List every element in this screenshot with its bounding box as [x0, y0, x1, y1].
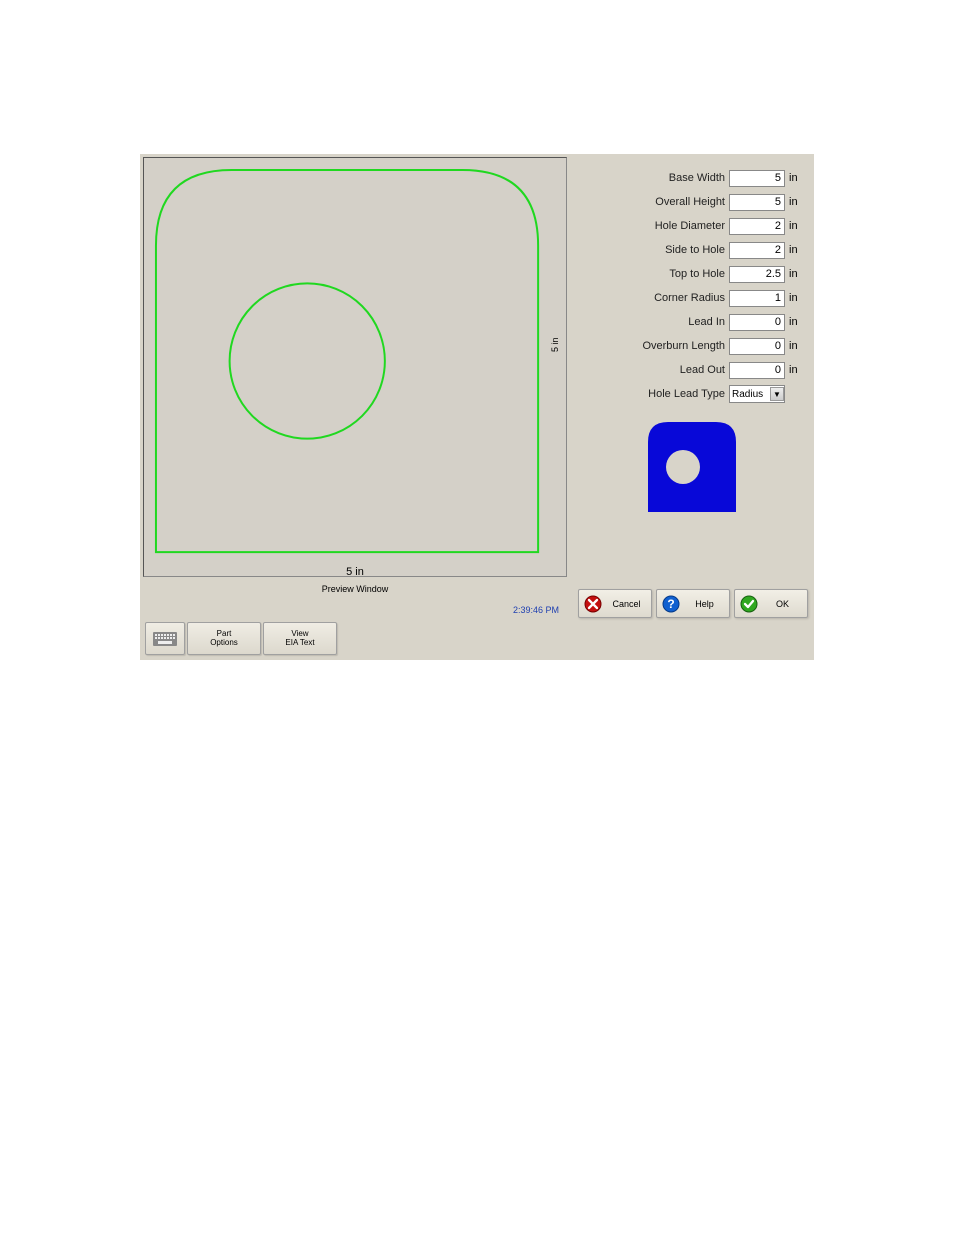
cancel-button[interactable]: Cancel: [578, 589, 652, 618]
input-lead-out[interactable]: [729, 362, 785, 379]
select-hole-lead-type[interactable]: Radius ▼: [729, 385, 785, 403]
shape-thumbnail: [648, 422, 736, 512]
unit-corner-radius: in: [789, 292, 805, 304]
parameter-panel: Base Width in Overall Height in Hole Dia…: [585, 166, 805, 406]
input-hole-diameter[interactable]: [729, 218, 785, 235]
select-hole-lead-type-value: Radius: [732, 389, 763, 400]
keyboard-button[interactable]: [145, 622, 185, 655]
ok-button[interactable]: OK: [734, 589, 808, 618]
app-panel: 5 in 5 in Preview Window 2:39:46 PM: [140, 154, 814, 660]
row-base-width: Base Width in: [585, 166, 805, 190]
row-side-to-hole: Side to Hole in: [585, 238, 805, 262]
label-overall-height: Overall Height: [585, 196, 725, 208]
ok-label: OK: [764, 599, 807, 609]
help-button[interactable]: ? Help: [656, 589, 730, 618]
row-hole-diameter: Hole Diameter in: [585, 214, 805, 238]
bottom-toolbar: Part Options View EIA Text: [145, 622, 337, 655]
preview-width-label: 5 in: [143, 566, 567, 578]
label-lead-in: Lead In: [585, 316, 725, 328]
row-lead-out: Lead Out in: [585, 358, 805, 382]
chevron-down-icon: ▼: [770, 387, 784, 401]
row-lead-in: Lead In in: [585, 310, 805, 334]
help-icon: ?: [662, 595, 680, 613]
view-eia-text-button[interactable]: View EIA Text: [263, 622, 337, 655]
row-overburn-length: Overburn Length in: [585, 334, 805, 358]
row-overall-height: Overall Height in: [585, 190, 805, 214]
label-lead-out: Lead Out: [585, 364, 725, 376]
input-overall-height[interactable]: [729, 194, 785, 211]
input-corner-radius[interactable]: [729, 290, 785, 307]
preview-height-label: 5 in: [550, 337, 560, 352]
label-corner-radius: Corner Radius: [585, 292, 725, 304]
keyboard-icon: [153, 632, 177, 646]
cancel-label: Cancel: [608, 599, 651, 609]
unit-side-to-hole: in: [789, 244, 805, 256]
label-overburn-length: Overburn Length: [585, 340, 725, 352]
preview-caption: Preview Window: [143, 584, 567, 594]
part-options-label: Part Options: [210, 630, 238, 648]
input-overburn-length[interactable]: [729, 338, 785, 355]
label-hole-diameter: Hole Diameter: [585, 220, 725, 232]
clock-label: 2:39:46 PM: [513, 605, 559, 615]
label-base-width: Base Width: [585, 172, 725, 184]
preview-window: [143, 157, 567, 577]
unit-hole-diameter: in: [789, 220, 805, 232]
cancel-icon: [584, 595, 602, 613]
row-hole-lead-type: Hole Lead Type Radius ▼: [585, 382, 805, 406]
svg-text:?: ?: [667, 597, 674, 611]
input-lead-in[interactable]: [729, 314, 785, 331]
unit-overburn-length: in: [789, 340, 805, 352]
unit-lead-out: in: [789, 364, 805, 376]
label-top-to-hole: Top to Hole: [585, 268, 725, 280]
help-label: Help: [686, 599, 729, 609]
part-options-button[interactable]: Part Options: [187, 622, 261, 655]
part-preview-svg: [144, 158, 566, 576]
view-eia-text-label: View EIA Text: [285, 630, 314, 648]
input-base-width[interactable]: [729, 170, 785, 187]
dialog-action-buttons: Cancel ? Help OK: [578, 589, 808, 618]
label-hole-lead-type: Hole Lead Type: [585, 388, 725, 400]
unit-lead-in: in: [789, 316, 805, 328]
input-side-to-hole[interactable]: [729, 242, 785, 259]
unit-top-to-hole: in: [789, 268, 805, 280]
unit-base-width: in: [789, 172, 805, 184]
input-top-to-hole[interactable]: [729, 266, 785, 283]
ok-icon: [740, 595, 758, 613]
row-corner-radius: Corner Radius in: [585, 286, 805, 310]
label-side-to-hole: Side to Hole: [585, 244, 725, 256]
row-top-to-hole: Top to Hole in: [585, 262, 805, 286]
unit-overall-height: in: [789, 196, 805, 208]
